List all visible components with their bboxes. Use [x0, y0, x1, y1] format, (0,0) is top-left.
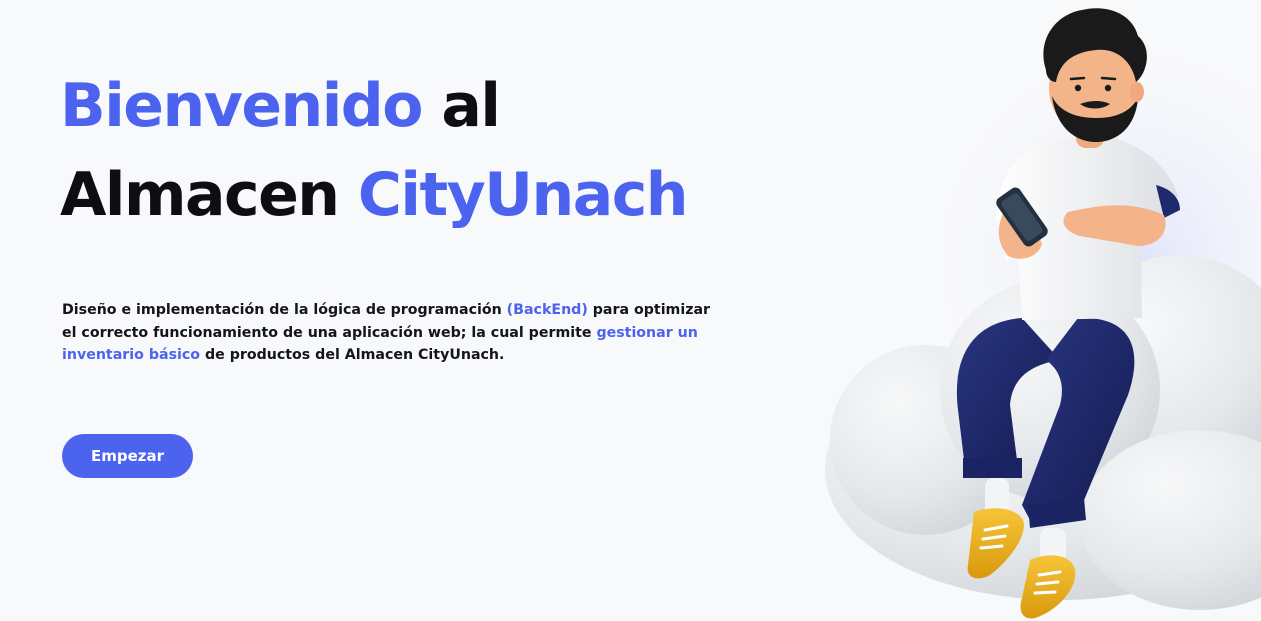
description-text-3: de productos del Almacen CityUnach.	[200, 347, 505, 363]
title-text-al: al	[421, 71, 501, 141]
title-text-almacen: Almacen	[60, 160, 358, 230]
landing-page: Bienvenido al Almacen CityUnach Diseño e …	[0, 0, 1261, 621]
backend-link[interactable]: (BackEnd)	[507, 302, 588, 318]
hero-description: Diseño e implementación de la lógica de …	[62, 299, 722, 367]
hero-title: Bienvenido al Almacen CityUnach	[60, 62, 689, 240]
title-accent-welcome: Bienvenido	[60, 71, 423, 141]
title-accent-cityunach: CityUnach	[357, 160, 689, 230]
start-button[interactable]: Empezar	[62, 434, 193, 478]
description-text-1: Diseño e implementación de la lógica de …	[62, 302, 507, 318]
man-on-cloud-illustration	[825, 8, 1261, 619]
